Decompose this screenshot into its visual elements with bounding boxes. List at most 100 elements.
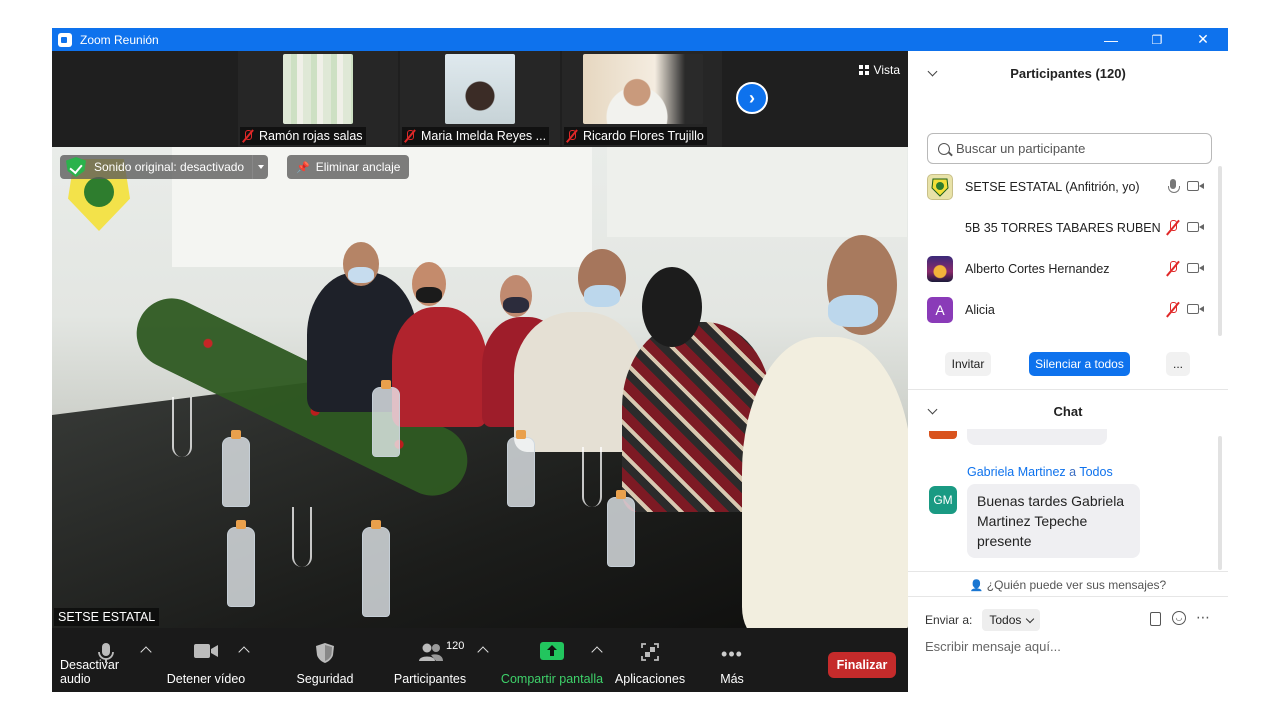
participant-thumbnail[interactable]: Ramón rojas salas [238, 51, 398, 147]
next-page-button[interactable]: › [736, 82, 768, 114]
video-off-icon[interactable] [1187, 304, 1205, 316]
video-off-icon[interactable] [1187, 263, 1205, 275]
person [742, 337, 908, 628]
chat-scrollbar[interactable] [1218, 436, 1222, 570]
participants-header: Participantes (120) [908, 53, 1228, 93]
mic-muted-icon[interactable] [1166, 261, 1180, 277]
original-sound-chip[interactable]: Sonido original: desactivado [60, 155, 269, 179]
zoom-logo-icon [58, 32, 72, 47]
original-sound-label: Sonido original: desactivado [94, 160, 245, 174]
stop-video-label: Detener vídeo [166, 672, 246, 686]
share-screen-label: Compartir pantalla [500, 672, 604, 686]
participant-video [583, 54, 703, 124]
chat-message-input[interactable] [925, 639, 1215, 654]
mute-audio-button[interactable]: Desactivar audio [60, 628, 152, 692]
participants-icon [418, 642, 444, 665]
chevron-down-icon [1026, 614, 1035, 623]
invite-button[interactable]: Invitar [945, 352, 991, 376]
side-panel: Participantes (120) Buscar un participan… [908, 51, 1228, 692]
apps-button[interactable]: Aplicaciones [614, 628, 686, 692]
meeting-toolbar: Desactivar audio Detener vídeo Seguridad… [52, 628, 908, 692]
participant-video [283, 54, 353, 124]
participant-name: SETSE ESTATAL (Anfitrión, yo) [965, 180, 1140, 194]
chat-message-header: Gabriela Martinez a Todos [967, 465, 1113, 479]
recipient-dropdown[interactable]: Todos [982, 609, 1041, 631]
mic-muted-icon[interactable] [1166, 220, 1180, 236]
participant-row[interactable]: 5B 35 TORRES TABARES RUBEN ... [908, 208, 1218, 248]
collapse-participants-icon[interactable] [927, 66, 938, 77]
security-label: Seguridad [296, 672, 354, 686]
stop-video-button[interactable]: Detener vídeo [166, 628, 246, 692]
thumbnail-name-tag: Ramón rojas salas [240, 127, 366, 145]
chat-more-icon[interactable]: ⋯ [1196, 609, 1211, 626]
close-button[interactable]: ✕ [1180, 28, 1226, 51]
thumbnail-name-tag: Ricardo Flores Trujillo [564, 127, 707, 145]
view-label: Vista [873, 63, 900, 77]
previous-avatar [929, 431, 957, 439]
unpin-button[interactable]: 📌 Eliminar anclaje [287, 155, 410, 179]
participants-more-button[interactable]: ... [1166, 352, 1190, 376]
mic-on-icon[interactable] [1166, 179, 1180, 195]
participants-button[interactable]: 120 Participantes [390, 628, 470, 692]
title-bar: Zoom Reunión — ❐ ✕ [52, 28, 1228, 51]
grid-view-icon [858, 65, 869, 75]
mic-muted-icon[interactable] [1166, 302, 1180, 318]
microphone-icon [97, 642, 115, 667]
more-label: Más [720, 672, 744, 686]
file-icon[interactable] [1150, 612, 1161, 626]
speaker-name-tag: SETSE ESTATAL [54, 608, 160, 626]
shield-icon [315, 642, 335, 667]
participant-avatar: A [927, 297, 953, 323]
participant-count-badge: 120 [446, 640, 465, 652]
water-bottle [222, 430, 250, 507]
pin-icon: 📌 [296, 161, 310, 174]
participant-thumbnail[interactable]: Maria Imelda Reyes ... [400, 51, 560, 147]
participant-name: Alberto Cortes Hernandez [965, 262, 1110, 276]
mic-muted-icon [404, 129, 416, 143]
participants-options-caret-icon[interactable] [477, 646, 489, 658]
chat-message-bubble: Buenas tardes Gabriela Martinez Tepeche … [967, 484, 1140, 558]
send-to-row: Enviar a: Todos [925, 609, 1041, 631]
video-off-icon[interactable] [1187, 222, 1205, 234]
water-bottle [507, 430, 535, 507]
mic-muted-icon [242, 129, 254, 143]
restore-button[interactable]: ❐ [1134, 28, 1180, 51]
security-button[interactable]: Seguridad [290, 628, 360, 692]
participant-avatar [927, 174, 953, 200]
video-off-icon[interactable] [1187, 181, 1205, 193]
collapse-chat-icon[interactable] [927, 404, 938, 415]
participant-name: Ramón rojas salas [259, 129, 363, 143]
zoom-window: Zoom Reunión — ❐ ✕ Ramón rojas salas Mar… [52, 28, 1228, 692]
minimize-button[interactable]: — [1088, 28, 1134, 51]
water-bottle [607, 490, 635, 567]
face-mask [503, 297, 529, 313]
chat-sender[interactable]: Gabriela Martinez [967, 465, 1066, 479]
participant-row[interactable]: Alberto Cortes Hernandez [908, 249, 1218, 289]
participant-thumbnail[interactable]: Ricardo Flores Trujillo [562, 51, 722, 147]
emoji-icon[interactable]: ◡ [1172, 611, 1186, 625]
view-button[interactable]: Vista [858, 63, 900, 77]
sender-avatar: GM [929, 486, 957, 514]
chevron-down-icon[interactable] [252, 155, 268, 179]
search-icon [938, 142, 950, 155]
participant-name: Ricardo Flores Trujillo [583, 129, 704, 143]
window-title: Zoom Reunión [80, 32, 159, 47]
participant-video [445, 54, 515, 124]
end-meeting-button[interactable]: Finalizar [828, 652, 896, 678]
champagne-glass [172, 397, 192, 457]
chat-to-word: a [1069, 465, 1077, 479]
participant-search-box[interactable]: Buscar un participante [927, 133, 1212, 164]
champagne-glass [292, 507, 312, 567]
more-button[interactable]: ••• Más [708, 628, 756, 692]
apps-label: Aplicaciones [614, 672, 686, 686]
mute-all-button[interactable]: Silenciar a todos [1029, 352, 1130, 376]
share-screen-button[interactable]: Compartir pantalla [500, 628, 604, 692]
participant-row[interactable]: A Alicia [908, 290, 1218, 330]
participants-title: Participantes (120) [1010, 65, 1126, 81]
participants-scrollbar[interactable] [1218, 166, 1222, 336]
champagne-glass [582, 447, 602, 507]
message-visibility-link[interactable]: 👤 ¿Quién puede ver sus mensajes? [908, 578, 1228, 592]
participant-row[interactable]: SETSE ESTATAL (Anfitrión, yo) [908, 167, 1218, 207]
message-visibility-label: ¿Quién puede ver sus mensajes? [986, 578, 1167, 592]
participant-name: Alicia [965, 303, 995, 317]
